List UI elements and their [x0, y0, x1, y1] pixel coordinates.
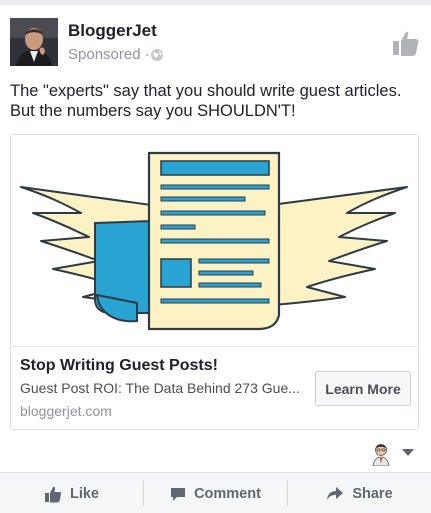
thumbs-up-icon	[44, 486, 62, 502]
post-header: BloggerJet Sponsored ·	[10, 18, 421, 68]
action-bar: Like Comment Share	[0, 472, 431, 513]
caret-down-icon[interactable]	[402, 449, 414, 456]
page-avatar[interactable]	[10, 18, 58, 66]
sponsored-text: Sponsored	[68, 46, 141, 63]
link-preview-card[interactable]: Stop Writing Guest Posts! Guest Post ROI…	[10, 134, 419, 430]
page-name[interactable]: BloggerJet	[68, 21, 157, 41]
card-description: Guest Post ROI: The Data Behind 273 Gue.…	[20, 380, 300, 396]
top-divider	[0, 0, 431, 5]
card-illustration[interactable]	[11, 135, 418, 347]
like-button[interactable]: Like	[0, 473, 143, 513]
learn-more-button[interactable]: Learn More	[315, 371, 411, 406]
separator-dot: ·	[144, 46, 150, 63]
thumbs-up-icon[interactable]	[391, 28, 421, 58]
post-text-line-2: But the numbers say you SHOULDN'T!	[10, 102, 296, 120]
globe-icon	[151, 49, 163, 61]
share-arrow-icon	[327, 486, 344, 500]
share-label: Share	[352, 485, 393, 502]
card-title[interactable]: Stop Writing Guest Posts!	[20, 357, 218, 375]
viewer-row	[0, 438, 431, 466]
comment-label: Comment	[194, 485, 261, 502]
like-label: Like	[69, 485, 99, 502]
post-text-line-1: The "experts" say that you should write …	[10, 82, 402, 100]
post-body: The "experts" say that you should write …	[10, 81, 421, 121]
speech-bubble-icon	[171, 487, 186, 501]
sponsored-label: Sponsored ·	[68, 46, 154, 63]
card-domain: bloggerjet.com	[20, 403, 112, 419]
right-wing	[270, 186, 408, 306]
comment-button[interactable]: Comment	[144, 473, 287, 513]
share-button[interactable]: Share	[288, 473, 431, 513]
viewer-avatar[interactable]	[368, 440, 394, 466]
